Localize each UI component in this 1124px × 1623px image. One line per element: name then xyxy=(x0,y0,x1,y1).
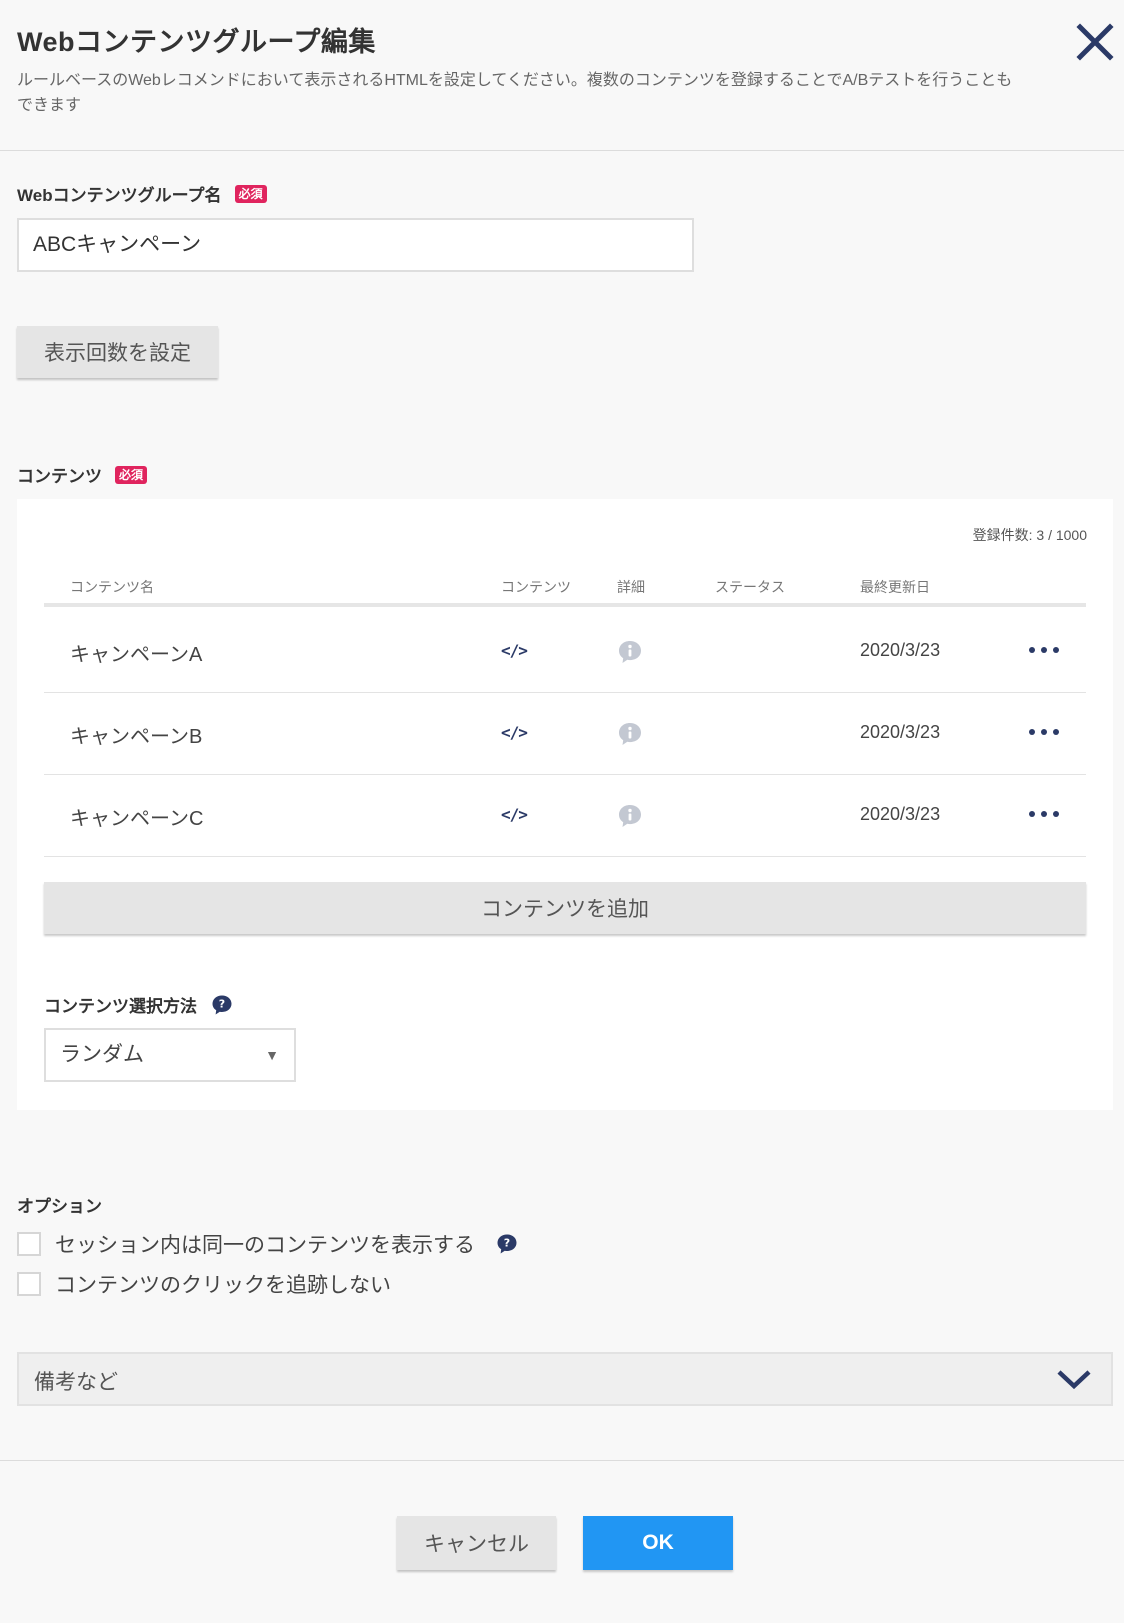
contents-label: コンテンツ 必須 xyxy=(17,462,148,487)
dialog-description: ルールベースのWebレコメンドにおいて表示されるHTMLを設定してください。複数… xyxy=(17,72,1013,114)
chevron-down-icon[interactable] xyxy=(1055,1365,1093,1393)
cancel-button[interactable]: キャンセル xyxy=(397,1516,556,1570)
display-count-button[interactable]: 表示回数を設定 xyxy=(17,326,218,378)
content-name: キャンペーンC xyxy=(70,808,204,830)
footer-divider xyxy=(0,1460,1124,1461)
dropdown-arrow-icon: ▼ xyxy=(265,1047,279,1063)
more-options-icon[interactable] xyxy=(1029,802,1059,826)
same-content-label: セッション内は同一のコンテンツを表示する xyxy=(55,1234,475,1257)
svg-text:?: ? xyxy=(504,1237,510,1250)
more-options-icon[interactable] xyxy=(1029,638,1059,662)
selection-method-select[interactable]: ランダム ▼ xyxy=(44,1028,296,1082)
code-icon[interactable]: </> xyxy=(501,641,528,660)
code-icon[interactable]: </> xyxy=(501,723,528,742)
selection-method-label: コンテンツ選択方法 ? xyxy=(44,992,233,1017)
selection-method-value: ランダム xyxy=(60,1043,144,1066)
table-row: キャンペーンA </> 2020/3/23 xyxy=(44,611,1086,693)
close-icon[interactable] xyxy=(1075,22,1115,62)
table-row: キャンペーンB </> 2020/3/23 xyxy=(44,693,1086,775)
updated-date: 2020/3/23 xyxy=(860,722,941,742)
add-content-button[interactable]: コンテンツを追加 xyxy=(44,882,1086,934)
options-label-text: オプション xyxy=(17,1197,102,1216)
group-name-label-text: Webコンテンツグループ名 xyxy=(17,186,222,205)
updated-date: 2020/3/23 xyxy=(860,804,941,824)
registration-count: 登録件数: 3 / 1000 xyxy=(972,527,1087,543)
dialog-title: Webコンテンツグループ編集 xyxy=(17,27,376,57)
same-content-checkbox[interactable] xyxy=(17,1232,41,1256)
ok-button[interactable]: OK xyxy=(583,1516,733,1570)
no-click-tracking-checkbox[interactable] xyxy=(17,1272,41,1296)
selection-method-label-text: コンテンツ選択方法 xyxy=(44,997,197,1016)
required-badge: 必須 xyxy=(115,465,148,484)
group-name-input[interactable]: ABCキャンペーン xyxy=(17,218,694,272)
help-icon[interactable]: ? xyxy=(496,1233,518,1255)
more-options-icon[interactable] xyxy=(1029,720,1059,744)
column-header-updated: 最終更新日 xyxy=(860,579,930,595)
info-icon[interactable] xyxy=(617,721,643,747)
column-header-detail: 詳細 xyxy=(617,579,645,595)
dialog-header: Webコンテンツグループ編集 ルールベースのWebレコメンドにおいて表示されるH… xyxy=(0,0,1124,151)
contents-panel: 登録件数: 3 / 1000 コンテンツ名 コンテンツ 詳細 ステータス 最終更… xyxy=(17,499,1113,1110)
column-header-name: コンテンツ名 xyxy=(70,579,154,595)
updated-date: 2020/3/23 xyxy=(860,640,941,660)
option-no-click-tracking: コンテンツのクリックを追跡しない xyxy=(17,1269,391,1299)
column-header-status: ステータス xyxy=(715,579,785,595)
group-name-label: Webコンテンツグループ名 必須 xyxy=(17,181,267,206)
svg-text:?: ? xyxy=(219,997,225,1010)
code-icon[interactable]: </> xyxy=(501,805,528,824)
notes-accordion[interactable]: 備考など xyxy=(17,1352,1113,1406)
required-badge: 必須 xyxy=(234,184,267,203)
contents-label-text: コンテンツ xyxy=(17,467,102,486)
notes-label: 備考など xyxy=(34,1371,118,1394)
info-icon[interactable] xyxy=(617,803,643,829)
no-click-tracking-label: コンテンツのクリックを追跡しない xyxy=(55,1274,391,1297)
help-icon[interactable]: ? xyxy=(211,994,233,1016)
content-name: キャンペーンA xyxy=(70,644,203,666)
option-same-content: セッション内は同一のコンテンツを表示する ? xyxy=(17,1229,518,1259)
column-header-content: コンテンツ xyxy=(501,579,571,595)
options-label: オプション xyxy=(17,1192,102,1217)
table-row: キャンペーンC </> 2020/3/23 xyxy=(44,775,1086,857)
table-header: コンテンツ名 コンテンツ 詳細 ステータス 最終更新日 xyxy=(44,571,1086,607)
content-name: キャンペーンB xyxy=(70,726,203,748)
info-icon[interactable] xyxy=(617,639,643,665)
